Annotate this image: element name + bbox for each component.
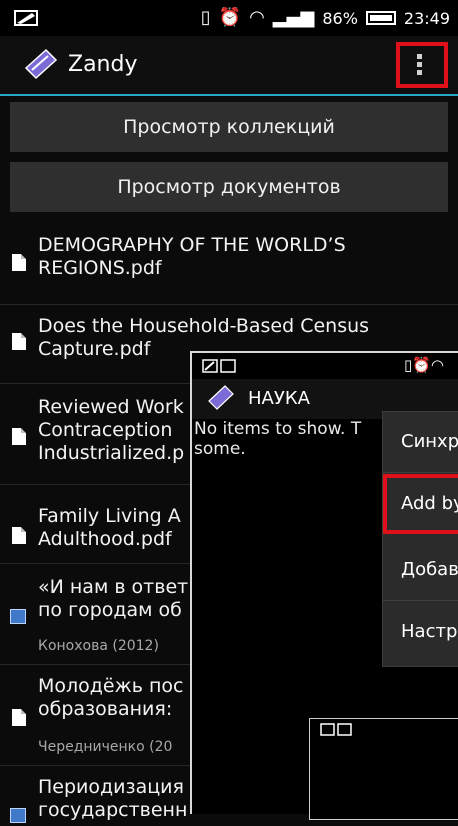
vibrate-icon: ▯ bbox=[200, 7, 211, 28]
wifi-icon: ◠ bbox=[249, 7, 265, 28]
status-bar: ▯ ⏰ ◠ ▂▄▆ 86% 23:49 bbox=[0, 0, 458, 36]
vibrate-alarm-wifi-icons: ▯⏰◠ bbox=[404, 356, 445, 374]
menu-item-label: Добав bbox=[401, 559, 458, 580]
inset-status-bar: ▯⏰◠ bbox=[192, 353, 458, 379]
doc-icon bbox=[12, 709, 26, 726]
empty-message: No items to show. T some. bbox=[194, 419, 362, 459]
book-icon bbox=[10, 808, 26, 823]
zandy-logo-icon bbox=[208, 385, 234, 410]
book-icon bbox=[10, 609, 26, 624]
battery-percent: 86% bbox=[322, 8, 358, 28]
menu-item-label: Синхр bbox=[401, 431, 458, 452]
pdf-icon bbox=[12, 428, 26, 445]
alarm-icon: ⏰ bbox=[218, 7, 242, 28]
overflow-menu-button[interactable] bbox=[396, 42, 448, 88]
notification-icon bbox=[202, 359, 236, 373]
notification-icon bbox=[320, 723, 352, 736]
view-collections-button[interactable]: Просмотр коллекций bbox=[10, 102, 448, 152]
menu-item-add-by-identifier[interactable]: Add by bbox=[383, 474, 458, 534]
menu-item-label: Add by bbox=[401, 493, 458, 514]
list-item[interactable]: DEMOGRAPHY OF THE WORLD’S REGIONS.pdf bbox=[0, 222, 458, 305]
item-subtitle: Конохова (2012) bbox=[38, 638, 159, 654]
clock: 23:49 bbox=[403, 8, 450, 28]
pdf-icon bbox=[12, 527, 26, 544]
menu-item-label: Настр bbox=[401, 621, 458, 642]
inset-screenshot: ▯⏰◠ НАУКА No items to show. T some. Синх… bbox=[190, 351, 458, 820]
item-title: DEMOGRAPHY OF THE WORLD’S REGIONS.pdf bbox=[38, 234, 346, 279]
app-title: Zandy bbox=[68, 52, 138, 77]
notification-icon bbox=[14, 10, 38, 26]
menu-item-settings[interactable]: Настр bbox=[383, 602, 458, 662]
pdf-icon bbox=[12, 333, 26, 350]
collection-title: НАУКА bbox=[248, 388, 310, 409]
menu-item-add[interactable]: Добав bbox=[383, 540, 458, 601]
more-vert-icon bbox=[417, 54, 423, 78]
action-bar: Zandy bbox=[0, 36, 458, 96]
view-documents-button[interactable]: Просмотр документов bbox=[10, 162, 448, 212]
item-subtitle: Чередниченко (20 bbox=[38, 739, 173, 755]
pdf-icon bbox=[12, 254, 26, 271]
menu-item-sync[interactable]: Синхр bbox=[383, 412, 458, 473]
battery-icon bbox=[365, 11, 396, 25]
overflow-menu: Синхр Add by Добав Настр bbox=[382, 411, 458, 667]
zandy-logo-icon bbox=[24, 48, 58, 80]
signal-icon: ▂▄▆ bbox=[272, 7, 315, 28]
nested-screenshot bbox=[309, 718, 458, 820]
